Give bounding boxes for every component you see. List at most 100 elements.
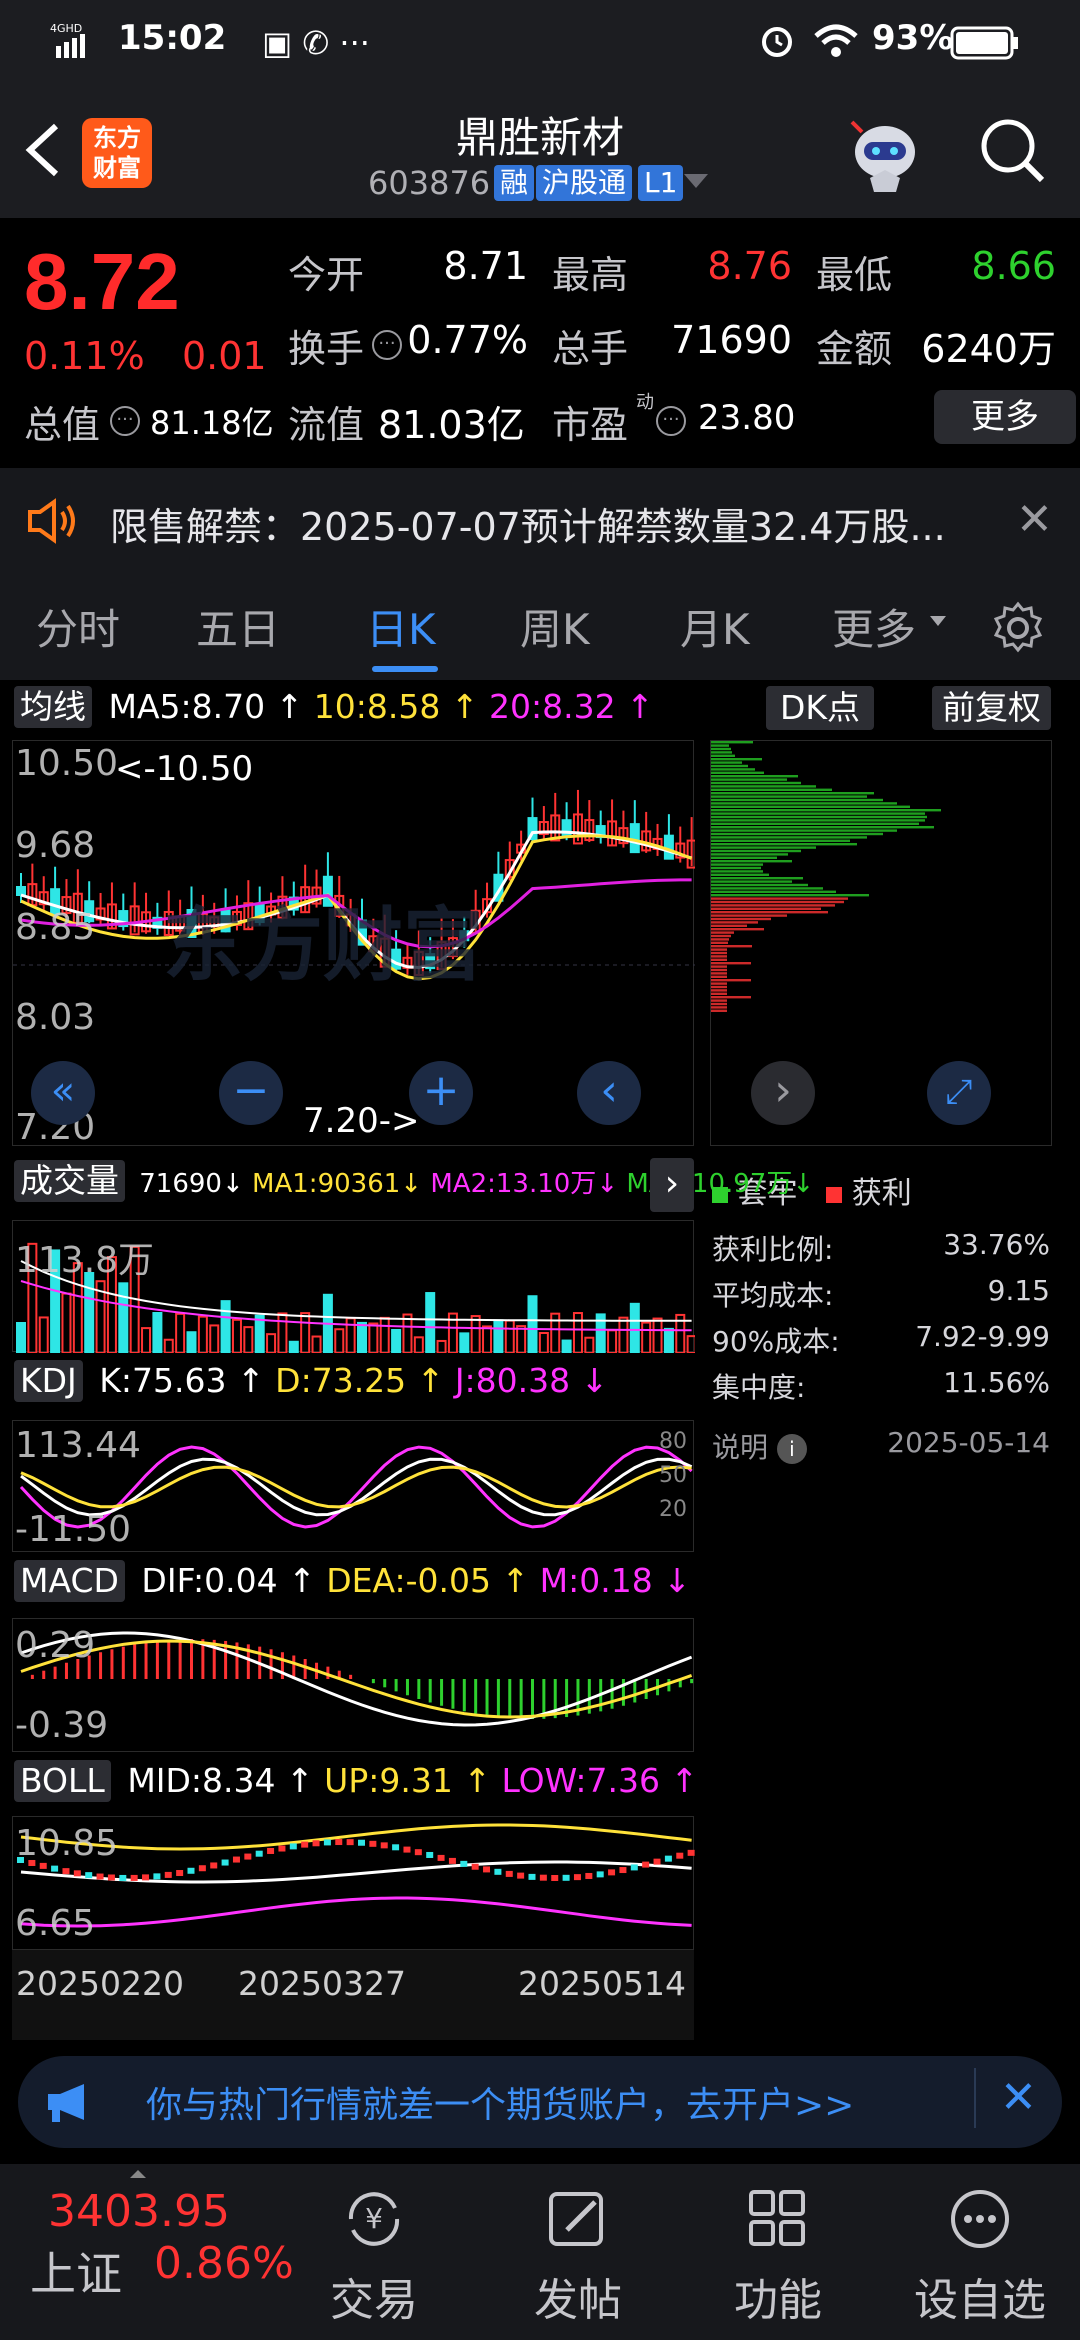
- volume-bar: [436, 1339, 447, 1355]
- chip-bar: [711, 768, 755, 771]
- chip-bar: [711, 928, 764, 931]
- info-icon[interactable]: ···: [656, 406, 686, 436]
- y-axis-label: -0.39: [15, 1705, 109, 1746]
- tab-more[interactable]: 更多: [832, 596, 916, 657]
- volume-bar: [141, 1327, 152, 1354]
- boll-candle: [460, 1860, 468, 1867]
- chip-bar: [711, 900, 844, 904]
- macd-dif: DIF:0.04: [141, 1561, 278, 1600]
- y-axis-label: 113.8万: [15, 1240, 155, 1281]
- functions-button[interactable]: 功能: [708, 2164, 848, 2328]
- kdj-k: K:75.63: [99, 1361, 227, 1400]
- adjust-mode-button[interactable]: 前复权: [932, 686, 1051, 730]
- chip-note-row[interactable]: 说明 i 2025-05-14: [712, 1426, 1050, 1466]
- boll-candle: [312, 1840, 320, 1847]
- tab-intraday[interactable]: 分时: [36, 596, 120, 657]
- chip-bar: [711, 809, 941, 812]
- prev-icon[interactable]: ‹: [577, 1061, 641, 1125]
- chip-bar: [711, 764, 748, 768]
- kdj-level: 50: [659, 1463, 687, 1488]
- index-value[interactable]: 3403.95: [48, 2186, 230, 2237]
- macd-row: MACD DIF:0.04 ↑ DEA:-0.05 ↑ M:0.18 ↓: [14, 1560, 691, 1602]
- trade-button[interactable]: ¥ 交易: [304, 2164, 444, 2328]
- boll-candle: [596, 1871, 604, 1878]
- expand-icon[interactable]: ⤢: [927, 1061, 991, 1125]
- float-label: 流值: [288, 403, 365, 447]
- chip-bar: [711, 744, 729, 747]
- boll-candle: [369, 1840, 377, 1847]
- zoom-in-icon[interactable]: +: [409, 1061, 473, 1125]
- boll-selector[interactable]: BOLL: [14, 1760, 111, 1802]
- robot-assistant-icon[interactable]: [842, 112, 928, 198]
- boll-candle: [608, 1869, 616, 1876]
- chevron-up-icon[interactable]: [130, 2170, 146, 2178]
- low-value: 8.66: [971, 244, 1056, 288]
- chevron-right-icon[interactable]: ›: [650, 1158, 694, 1212]
- boll-candle: [73, 1870, 81, 1877]
- notice-text: 限售解禁：2025-07-07预计解禁数量32.4万股...: [110, 505, 946, 549]
- chip-bar: [711, 846, 816, 849]
- macd-selector[interactable]: MACD: [14, 1560, 125, 1602]
- volume-bar: [686, 1335, 697, 1354]
- promo-banner[interactable]: 你与热门行情就差一个期货账户，去开户>> ✕: [18, 2056, 1062, 2148]
- chip-bar: [711, 771, 764, 774]
- boll-candle: [528, 1873, 536, 1880]
- zoom-out-icon[interactable]: −: [219, 1061, 283, 1125]
- boll-candle: [267, 1847, 275, 1854]
- chevron-down-icon[interactable]: [684, 174, 708, 188]
- rewind-icon[interactable]: «: [31, 1061, 95, 1125]
- info-icon: i: [776, 1434, 807, 1464]
- tab-more-caret-icon: [930, 616, 946, 626]
- chip-bar: [711, 962, 751, 965]
- macd-panel[interactable]: 0.29 -0.39: [12, 1618, 694, 1752]
- boll-panel[interactable]: 10.85 6.65: [12, 1816, 695, 1950]
- tab-weekly-k[interactable]: 周K: [520, 596, 590, 657]
- dk-point-button[interactable]: DK点: [766, 686, 875, 730]
- chip-bar: [711, 754, 735, 757]
- boll-candle: [85, 1872, 93, 1879]
- chip-distribution-panel[interactable]: › ⤢: [710, 740, 1052, 1146]
- info-icon[interactable]: ···: [110, 406, 140, 436]
- volume-bar: [459, 1332, 470, 1355]
- mcap-label: 总值: [24, 403, 101, 447]
- volume-bar: [402, 1313, 413, 1354]
- ma-selector[interactable]: 均线: [14, 686, 92, 728]
- close-icon[interactable]: ✕: [1000, 2072, 1037, 2123]
- close-icon[interactable]: ✕: [1016, 494, 1053, 545]
- kdj-selector[interactable]: KDJ: [14, 1360, 83, 1402]
- more-button[interactable]: 更多: [934, 390, 1076, 444]
- info-icon[interactable]: ···: [372, 330, 402, 360]
- edit-icon: [508, 2184, 648, 2264]
- chip-stat-row: 获利比例: 33.76%: [712, 1228, 1050, 1266]
- volume-bar: [334, 1328, 345, 1354]
- gear-icon[interactable]: [990, 600, 1046, 660]
- ma20-value: 20:8.32: [489, 687, 616, 726]
- chip-bar: [711, 965, 727, 968]
- volume-bar: [254, 1314, 265, 1354]
- min-price-marker: 7.20->: [303, 1101, 420, 1141]
- notice-bar[interactable]: 限售解禁：2025-07-07预计解禁数量32.4万股... ✕: [0, 468, 1080, 572]
- search-icon[interactable]: [976, 114, 1050, 192]
- volume-panel[interactable]: 113.8万: [12, 1220, 697, 1355]
- chip-bar: [711, 860, 792, 863]
- boll-candle: [437, 1854, 445, 1861]
- tab-daily-k[interactable]: 日K: [366, 596, 436, 657]
- tab-monthly-k[interactable]: 月K: [680, 596, 750, 657]
- volume-selector[interactable]: 成交量: [14, 1160, 125, 1202]
- next-icon[interactable]: ›: [751, 1061, 815, 1125]
- kdj-level: 20: [659, 1497, 687, 1522]
- kdj-panel[interactable]: 113.44 -11.50 80 50 20: [12, 1420, 694, 1552]
- tab-five-day[interactable]: 五日: [196, 596, 280, 657]
- kline-panel[interactable]: 10.50 9.68 8.85 8.03 7.20 <-10.50 7.20->…: [12, 740, 697, 1148]
- megaphone-icon: [44, 2080, 98, 2128]
- add-watchlist-button[interactable]: 设自选: [910, 2164, 1050, 2328]
- bottom-bar: 3403.95 上证 0.86% ¥ 交易 发帖 功能 设自选: [0, 2164, 1080, 2340]
- level-tag[interactable]: L1: [638, 165, 684, 201]
- chip-bar: [711, 941, 728, 944]
- post-button[interactable]: 发帖: [508, 2164, 648, 2328]
- boll-candle: [380, 1842, 388, 1849]
- chip-bar: [711, 747, 731, 751]
- boll-row: BOLL MID:8.34 ↑ UP:9.31 ↑ LOW:7.36 ↑: [14, 1760, 698, 1802]
- volume-bar: [38, 1316, 49, 1355]
- volume-bar: [209, 1324, 220, 1354]
